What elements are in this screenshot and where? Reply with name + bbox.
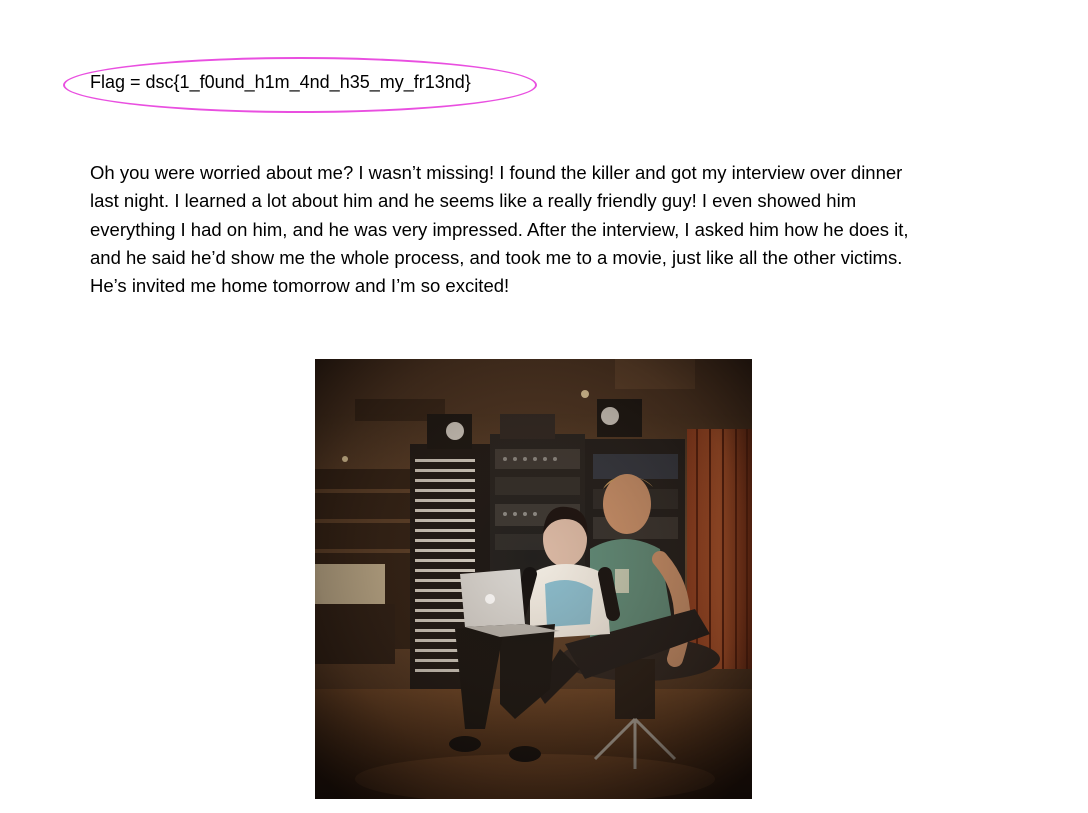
studio-photo-illustration [315,359,752,799]
flag-text: Flag = dsc{1_f0und_h1m_4nd_h35_my_fr13nd… [90,72,471,92]
studio-photo [315,359,752,799]
message-line: Oh you were worried about me? I wasn’t m… [90,162,903,183]
message-line: He’s invited me home tomorrow and I’m so… [90,275,510,297]
message-line: everything I had on him, and he was very… [90,218,909,240]
message-line: and he said he’d show me the whole proce… [90,246,903,268]
message-line: last night. I learned a lot about him an… [90,190,857,212]
message-paragraph: Oh you were worried about me? I wasn’t m… [90,159,990,300]
